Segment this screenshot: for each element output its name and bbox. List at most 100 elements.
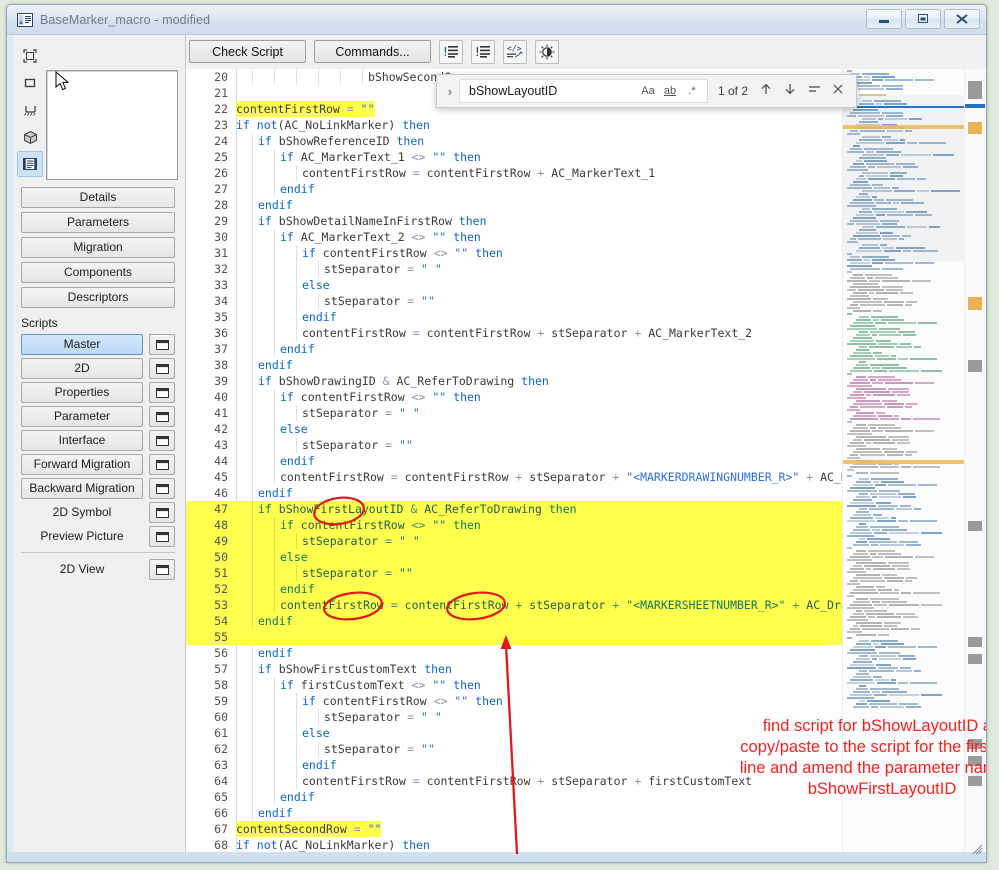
open-window-icon[interactable] bbox=[149, 334, 175, 355]
script-row-parameter[interactable]: Parameter bbox=[21, 406, 175, 427]
find-in-selection-icon[interactable] bbox=[802, 82, 826, 101]
rectangle-icon[interactable] bbox=[17, 70, 43, 96]
subtype-icon[interactable] bbox=[17, 43, 43, 69]
code-text[interactable]: if contentFirstRow <> "" then bbox=[280, 517, 481, 533]
code-text[interactable]: endif bbox=[280, 581, 315, 597]
code-line[interactable]: 55 bbox=[186, 629, 842, 645]
open-window-icon[interactable] bbox=[149, 406, 175, 427]
code-text[interactable]: contentFirstRow = contentFirstRow + AC_M… bbox=[302, 165, 655, 181]
close-icon[interactable] bbox=[826, 82, 850, 101]
code-line[interactable]: 56 endif bbox=[186, 645, 842, 661]
code-text[interactable]: endif bbox=[258, 613, 293, 629]
code-text[interactable]: contentSecondRow = "" bbox=[236, 821, 382, 837]
script-label-2d-view[interactable]: 2D View bbox=[21, 559, 143, 580]
code-line[interactable]: 40 if contentFirstRow <> "" then bbox=[186, 389, 842, 405]
script-label[interactable]: Backward Migration bbox=[21, 478, 143, 499]
maximize-button[interactable] bbox=[905, 9, 941, 29]
whole-word-icon[interactable]: ab bbox=[659, 85, 681, 97]
script-row-properties[interactable]: Properties bbox=[21, 382, 175, 403]
code-line[interactable]: 58 if firstCustomText <> "" then bbox=[186, 677, 842, 693]
script-row-2d-view[interactable]: 2D View bbox=[21, 559, 175, 580]
script-row-backward-migration[interactable]: Backward Migration bbox=[21, 478, 175, 499]
code-text[interactable]: if bShowDrawingID & AC_ReferToDrawing th… bbox=[258, 373, 549, 389]
script-row-2d-symbol[interactable]: 2D Symbol bbox=[21, 502, 175, 523]
code-line[interactable]: 37 endif bbox=[186, 341, 842, 357]
code-line[interactable]: 54 endif bbox=[186, 613, 842, 629]
code-text[interactable]: if bShowFirstCustomText then bbox=[258, 661, 452, 677]
code-text[interactable]: if AC_MarkerText_1 <> "" then bbox=[280, 149, 481, 165]
code-line[interactable]: 47 if bShowFirstLayoutID & AC_ReferToDraw… bbox=[186, 501, 842, 517]
open-window-icon[interactable] bbox=[149, 430, 175, 451]
code-line[interactable]: 53 contentFirstRow = contentFirstRow + st… bbox=[186, 597, 842, 613]
code-line[interactable]: 46 endif bbox=[186, 485, 842, 501]
code-text[interactable]: if AC_MarkerText_2 <> "" then bbox=[280, 229, 481, 245]
code-line[interactable]: 68 if not(AC_NoLinkMarker) then bbox=[186, 837, 842, 853]
code-text[interactable]: if bShowDetailNameInFirstRow then bbox=[258, 213, 487, 229]
messages-list-icon[interactable]: ! bbox=[471, 39, 495, 64]
code-line[interactable]: 48 if contentFirstRow <> "" then bbox=[186, 517, 842, 533]
code-line[interactable]: 51 stSeparator = "" bbox=[186, 565, 842, 581]
code-text[interactable]: endif bbox=[258, 197, 293, 213]
code-text[interactable]: stSeparator = " " bbox=[302, 533, 420, 549]
code-text[interactable]: contentFirstRow = contentFirstRow + stSe… bbox=[302, 325, 752, 341]
script-label[interactable]: Forward Migration bbox=[21, 454, 143, 475]
code-text[interactable]: if bShowReferenceID then bbox=[258, 133, 424, 149]
code-line[interactable]: 41 stSeparator = " " bbox=[186, 405, 842, 421]
commands-button[interactable]: Commands... bbox=[314, 40, 431, 63]
code-line[interactable]: 65 endif bbox=[186, 789, 842, 805]
code-text[interactable]: endif bbox=[280, 453, 315, 469]
code-line[interactable]: 38 endif bbox=[186, 357, 842, 373]
cube-3d-icon[interactable] bbox=[17, 124, 43, 150]
code-text[interactable]: stSeparator = "" bbox=[302, 437, 413, 453]
code-text[interactable]: contentFirstRow = contentFirstRow + stSe… bbox=[280, 597, 842, 613]
code-text[interactable]: if not(AC_NoLinkMarker) then bbox=[236, 117, 430, 133]
script-label[interactable]: Properties bbox=[21, 382, 143, 403]
code-line[interactable]: 33 else bbox=[186, 277, 842, 293]
resize-grip[interactable] bbox=[969, 841, 983, 860]
code-text[interactable]: else bbox=[302, 725, 330, 741]
nav-button-migration[interactable]: Migration bbox=[21, 237, 175, 258]
code-line[interactable]: 23 if not(AC_NoLinkMarker) then bbox=[186, 117, 842, 133]
code-line[interactable]: 61 else bbox=[186, 725, 842, 741]
code-text[interactable]: endif bbox=[258, 485, 293, 501]
code-text[interactable]: endif bbox=[258, 805, 293, 821]
code-line[interactable]: 67 contentSecondRow = "" bbox=[186, 821, 842, 837]
code-line[interactable]: 64 contentFirstRow = contentFirstRow + st… bbox=[186, 773, 842, 789]
code-line[interactable]: 52 endif bbox=[186, 581, 842, 597]
code-line[interactable]: 43 stSeparator = "" bbox=[186, 437, 842, 453]
code-line[interactable]: 31 if contentFirstRow <> "" then bbox=[186, 245, 842, 261]
code-line[interactable]: 60 stSeparator = " " bbox=[186, 709, 842, 725]
code-text[interactable]: stSeparator = "" bbox=[324, 741, 435, 757]
script-row-interface[interactable]: Interface bbox=[21, 430, 175, 451]
code-line[interactable]: 35 endif bbox=[186, 309, 842, 325]
code-text[interactable]: if bShowFirstLayoutID & AC_ReferToDrawin… bbox=[258, 501, 577, 517]
highlight-settings-icon[interactable] bbox=[535, 39, 559, 64]
open-window-icon[interactable] bbox=[149, 526, 175, 547]
code-line[interactable]: 29 if bShowDetailNameInFirstRow then bbox=[186, 213, 842, 229]
code-line[interactable]: 39 if bShowDrawingID & AC_ReferToDrawing … bbox=[186, 373, 842, 389]
script-row-master[interactable]: Master bbox=[21, 334, 175, 355]
code-text[interactable]: if contentFirstRow <> "" then bbox=[280, 389, 481, 405]
script-label[interactable]: 2D bbox=[21, 358, 143, 379]
code-text[interactable]: contentFirstRow = contentFirstRow + stSe… bbox=[280, 469, 842, 485]
nav-button-parameters[interactable]: Parameters bbox=[21, 212, 175, 233]
open-window-icon[interactable] bbox=[149, 478, 175, 499]
script-label[interactable]: 2D Symbol bbox=[21, 502, 143, 523]
code-text[interactable]: endif bbox=[280, 341, 315, 357]
open-window-icon[interactable] bbox=[149, 454, 175, 475]
code-viewport[interactable]: 20 bShowSecondC 21 22 contentFirstRow = "" 23… bbox=[186, 69, 842, 862]
find-input-wrapper[interactable]: Aa ab .* bbox=[459, 79, 708, 103]
code-text[interactable]: endif bbox=[302, 757, 337, 773]
code-text[interactable]: if not(AC_NoLinkMarker) then bbox=[236, 837, 430, 853]
section-icon[interactable] bbox=[17, 97, 43, 123]
code-line[interactable]: 42 else bbox=[186, 421, 842, 437]
script-label[interactable]: Parameter bbox=[21, 406, 143, 427]
chevron-right-icon[interactable]: › bbox=[441, 84, 459, 99]
code-line[interactable]: 57 if bShowFirstCustomText then bbox=[186, 661, 842, 677]
code-line[interactable]: 62 stSeparator = "" bbox=[186, 741, 842, 757]
code-line[interactable]: 27 endif bbox=[186, 181, 842, 197]
nav-button-details[interactable]: Details bbox=[21, 187, 175, 208]
code-line[interactable]: 34 stSeparator = "" bbox=[186, 293, 842, 309]
code-minimap[interactable] bbox=[842, 69, 964, 862]
code-text[interactable]: else bbox=[280, 421, 308, 437]
